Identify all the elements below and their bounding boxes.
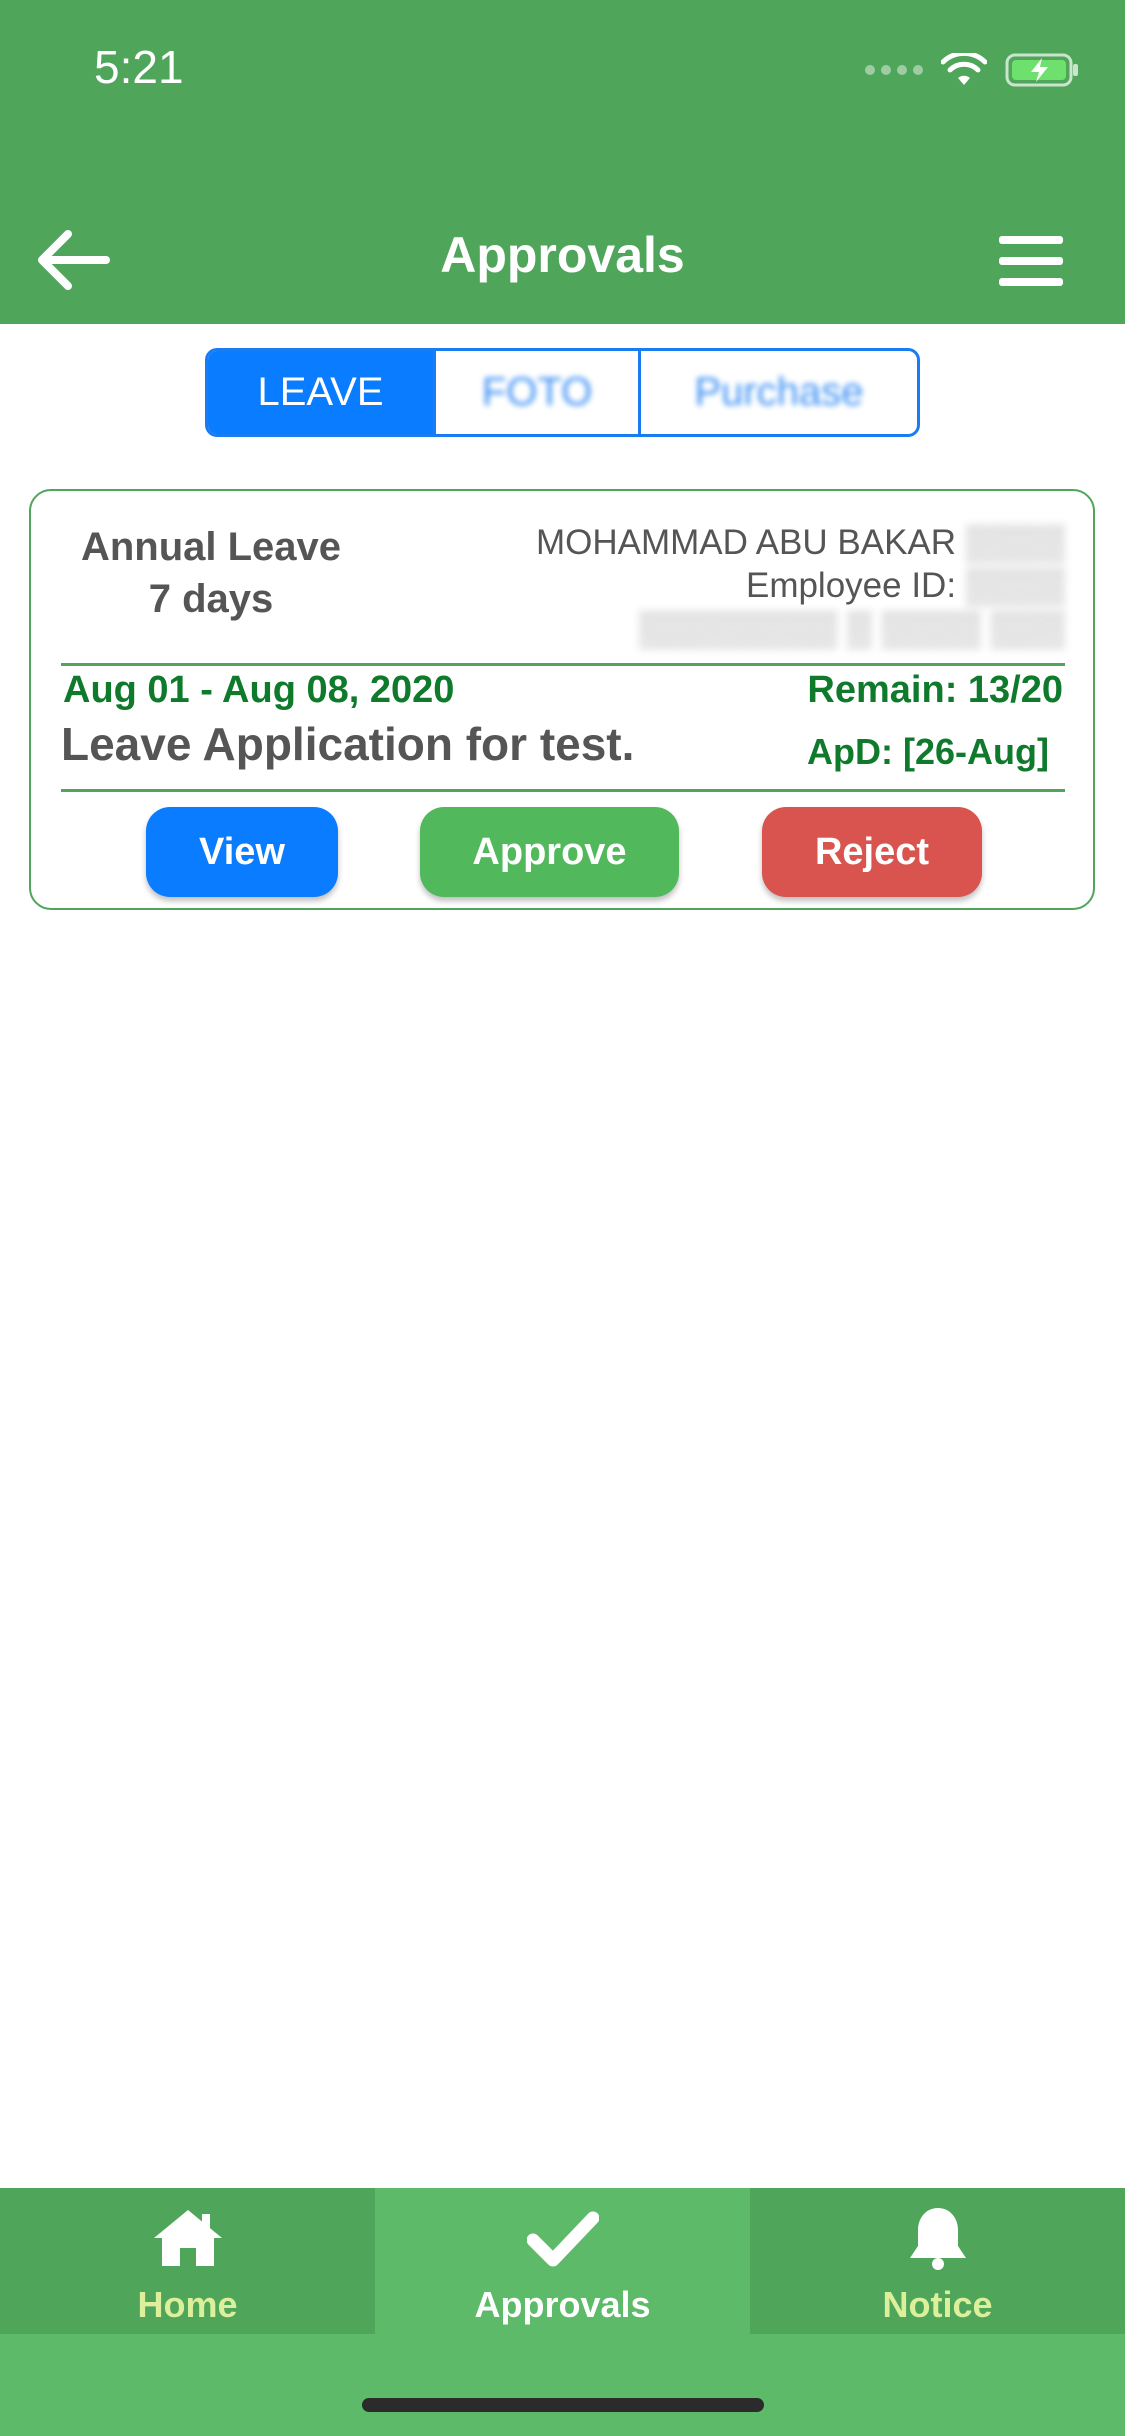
app-header: 5:21 Approvals <box>0 0 1125 324</box>
leave-type: Annual Leave <box>80 525 342 569</box>
tab-home-label: Home <box>137 2284 238 2325</box>
redacted-department: ▒▒▒▒▒▒▒▒ ▒ ▒▒▒▒ ▒▒▒ <box>639 609 1065 648</box>
tab-approvals[interactable]: Approvals <box>375 2188 750 2334</box>
hamburger-icon-bar <box>999 278 1063 286</box>
leave-date-range: Aug 01 - Aug 08, 2020 <box>63 669 455 711</box>
approval-type-tabs: LEAVE FOTO Purchase <box>205 348 920 437</box>
tab-approvals-label: Approvals <box>474 2284 651 2325</box>
leave-reason: Leave Application for test. <box>61 718 635 770</box>
cellular-signal-icon <box>865 65 923 75</box>
status-icons <box>865 48 1081 92</box>
employee-name: MOHAMMAD ABU BAKAR <box>535 523 957 562</box>
home-indicator[interactable] <box>362 2398 764 2412</box>
status-time: 5:21 <box>94 41 184 93</box>
redacted-text: ▒▒▒▒ <box>965 523 1065 562</box>
leave-remaining: Remain: 13/20 <box>807 669 1063 711</box>
applied-date: ApD: [26-Aug] <box>807 731 1049 772</box>
page-title: Approvals <box>440 227 685 283</box>
view-button[interactable]: View <box>146 807 338 897</box>
tab-foto[interactable]: FOTO <box>433 351 638 434</box>
check-icon <box>526 2211 599 2267</box>
reject-button[interactable]: Reject <box>762 807 982 897</box>
tab-purchase-label: Purchase <box>694 370 864 414</box>
hamburger-icon-bar <box>999 257 1063 265</box>
menu-button[interactable] <box>999 236 1063 286</box>
leave-request-card: Annual Leave 7 days MOHAMMAD ABU BAKAR ▒… <box>29 489 1095 910</box>
hamburger-icon-bar <box>999 236 1063 244</box>
battery-charging-icon <box>1005 53 1078 87</box>
tab-home[interactable]: Home <box>0 2188 375 2334</box>
tab-leave-label: LEAVE <box>257 370 384 414</box>
home-icon <box>153 2210 222 2266</box>
tab-leave[interactable]: LEAVE <box>208 351 433 434</box>
tab-purchase[interactable]: Purchase <box>638 351 917 434</box>
employee-id-label: Employee ID: <box>745 566 957 605</box>
wifi-icon <box>941 53 987 85</box>
divider <box>61 789 1065 792</box>
divider <box>61 663 1065 666</box>
tab-notice[interactable]: Notice <box>750 2188 1125 2334</box>
employee-info: MOHAMMAD ABU BAKAR ▒▒▒▒ Employee ID: ▒▒▒… <box>425 521 1065 650</box>
tab-foto-label: FOTO <box>481 370 593 414</box>
bell-icon <box>909 2208 966 2270</box>
approve-button[interactable]: Approve <box>420 807 679 897</box>
tab-notice-label: Notice <box>882 2284 993 2325</box>
leave-duration: 7 days <box>148 577 274 621</box>
leave-type-block: Annual Leave 7 days <box>61 521 361 625</box>
redacted-text: ▒▒▒▒ <box>965 566 1065 605</box>
